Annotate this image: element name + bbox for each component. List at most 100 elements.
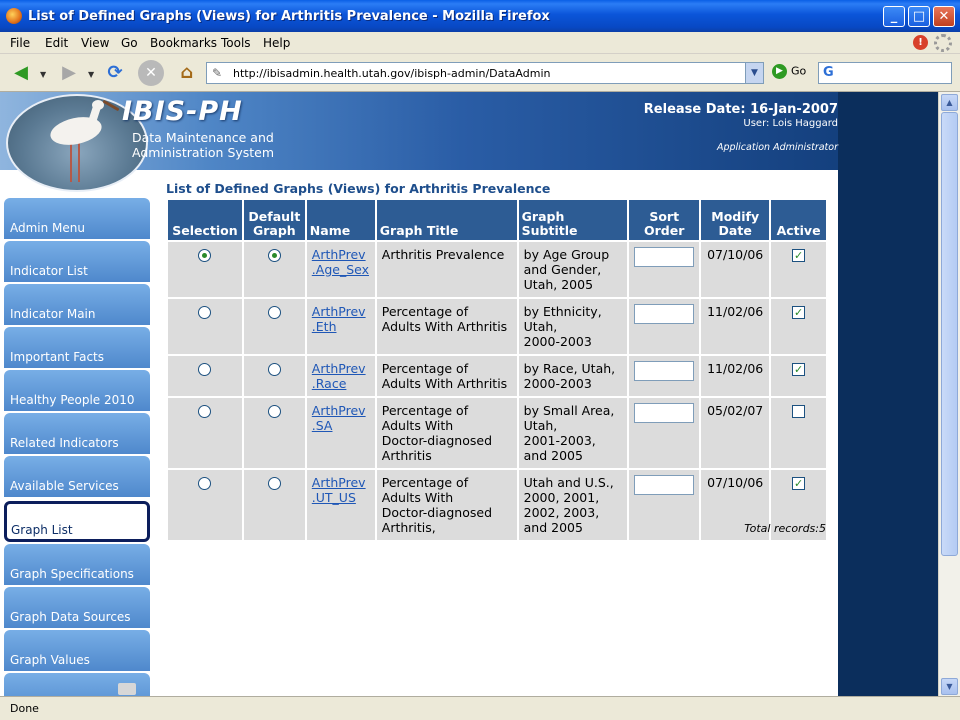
- menu-edit[interactable]: Edit: [45, 36, 68, 50]
- selection-radio[interactable]: [198, 405, 212, 418]
- graph-name-link[interactable]: ArthPrev .SA: [312, 403, 366, 433]
- menu-help[interactable]: Help: [263, 36, 290, 50]
- site-icon: ✎: [212, 66, 223, 80]
- reload-icon[interactable]: ⟳: [102, 60, 128, 86]
- graph-title-line: Percentage of: [381, 475, 469, 490]
- search-input[interactable]: G: [818, 62, 952, 84]
- sidebar-item-admin-menu[interactable]: Admin Menu: [4, 198, 150, 239]
- default-graph-cell: [243, 299, 305, 354]
- graph-subtitle-line: and Gender,: [523, 262, 602, 277]
- go-button[interactable]: ▶ Go: [772, 64, 806, 79]
- url-text[interactable]: http://ibisadmin.health.utah.gov/ibisph-…: [233, 67, 550, 80]
- graph-title-line: Adults With: [381, 490, 454, 505]
- sidebar-item-graph-list[interactable]: Graph List: [4, 501, 150, 542]
- col-graph-title: Graph Title: [376, 200, 517, 240]
- modify-date-cell: 07/10/06: [701, 242, 770, 297]
- minimize-button[interactable]: _: [883, 6, 905, 27]
- sort-order-input[interactable]: [634, 247, 695, 267]
- menu-tools[interactable]: Tools: [221, 36, 251, 50]
- sidebar-item-available-services[interactable]: Available Services: [4, 456, 150, 497]
- sidebar-item-important-facts[interactable]: Important Facts: [4, 327, 150, 368]
- sidebar-item-healthy-people-2010[interactable]: Healthy People 2010: [4, 370, 150, 411]
- graph-title-line: Arthritis,: [381, 520, 436, 535]
- menu-bookmarks[interactable]: Bookmarks: [150, 36, 217, 50]
- graph-name-link[interactable]: ArthPrev .Eth: [312, 304, 366, 334]
- sidebar-item-indicator-list[interactable]: Indicator List: [4, 241, 150, 282]
- sort-order-input[interactable]: [634, 403, 695, 423]
- graph-title-line: Percentage of: [381, 403, 469, 418]
- default-graph-radio[interactable]: [267, 363, 281, 376]
- vertical-scrollbar[interactable]: ▲ ▼: [938, 92, 960, 696]
- selection-radio[interactable]: [198, 363, 212, 376]
- graph-title-line: Adults With Arthritis: [381, 376, 508, 391]
- close-button[interactable]: ✕: [933, 6, 955, 27]
- sidebar-item-more[interactable]: [4, 673, 150, 696]
- name-cell: ArthPrev .SA: [306, 398, 375, 468]
- sidebar-item-graph-values[interactable]: Graph Values: [4, 630, 150, 671]
- menu-file[interactable]: File: [10, 36, 30, 50]
- scroll-up-icon[interactable]: ▲: [941, 94, 958, 111]
- col-modify-date: Modify Date: [701, 200, 770, 240]
- system-subtitle-line1: Data Maintenance and: [132, 130, 274, 145]
- graph-subtitle-line: 2002, 2003,: [523, 505, 600, 520]
- back-icon[interactable]: ◀: [8, 60, 34, 86]
- scrollbar-thumb[interactable]: [941, 112, 958, 556]
- graph-name-link[interactable]: ArthPrev .Race: [312, 361, 366, 391]
- graph-name-link[interactable]: ArthPrev .UT_US: [312, 475, 366, 505]
- active-checkbox[interactable]: ✓: [792, 363, 806, 376]
- user-role: Application Administrator: [716, 142, 838, 153]
- active-checkbox[interactable]: ✓: [792, 249, 806, 262]
- sort-order-input[interactable]: [634, 361, 695, 381]
- sidebar-item-graph-data-sources[interactable]: Graph Data Sources: [4, 587, 150, 628]
- sort-order-input[interactable]: [634, 304, 695, 324]
- graph-name-link[interactable]: ArthPrev .Age_Sex: [312, 247, 369, 277]
- graph-title-line: Doctor-diagnosed: [381, 505, 493, 520]
- back-dropdown-icon[interactable]: ▼: [40, 70, 46, 79]
- selection-radio[interactable]: [198, 477, 212, 490]
- home-icon[interactable]: ⌂: [174, 60, 200, 86]
- forward-icon[interactable]: ▶: [56, 60, 82, 86]
- maximize-button[interactable]: □: [908, 6, 930, 27]
- graph-subtitle-cell: by Ethnicity, Utah, 2000-2003: [518, 299, 628, 354]
- default-graph-cell: [243, 398, 305, 468]
- default-graph-cell: [243, 470, 305, 540]
- selection-radio[interactable]: [198, 306, 212, 319]
- sidebar-item-related-indicators[interactable]: Related Indicators: [4, 413, 150, 454]
- url-input[interactable]: ✎ http://ibisadmin.health.utah.gov/ibisp…: [206, 62, 764, 84]
- table-row: ArthPrev .Eth Percentage of Adults With Art…: [168, 299, 826, 354]
- col-default-graph: Default Graph: [243, 200, 305, 240]
- stop-icon[interactable]: ✕: [138, 60, 164, 86]
- camera-icon: [118, 683, 136, 695]
- url-dropdown-icon[interactable]: ▼: [745, 63, 763, 83]
- graph-title-line: Adults With Arthritis: [381, 319, 508, 334]
- menu-view[interactable]: View: [81, 36, 109, 50]
- scroll-down-icon[interactable]: ▼: [941, 678, 958, 695]
- release-date: Release Date: 16-Jan-2007: [643, 102, 838, 117]
- default-graph-radio[interactable]: [267, 249, 281, 262]
- sidebar-item-indicator-main[interactable]: Indicator Main: [4, 284, 150, 325]
- selection-radio[interactable]: [198, 249, 212, 262]
- active-checkbox[interactable]: ✓: [792, 306, 806, 319]
- status-bar: Done: [0, 696, 960, 720]
- graph-title-cell: Percentage of Adults With Doctor-diagnosed…: [376, 398, 517, 468]
- menu-go[interactable]: Go: [121, 36, 138, 50]
- sidebar-item-graph-specifications[interactable]: Graph Specifications: [4, 544, 150, 585]
- firefox-icon: [6, 8, 22, 24]
- graph-subtitle-line: 2000, 2001,: [523, 490, 600, 505]
- active-checkbox[interactable]: [792, 405, 806, 418]
- ibis-ph-logo: IBIS-PH: [122, 96, 243, 127]
- page-title: List of Defined Graphs (Views) for Arthr…: [166, 181, 551, 196]
- graph-subtitle-line: 2001-2003,: [523, 433, 596, 448]
- graph-subtitle-line: and 2005: [523, 520, 583, 535]
- default-graph-radio[interactable]: [267, 306, 281, 319]
- graph-subtitle-cell: by Small Area, Utah, 2001-2003, and 2005: [518, 398, 628, 468]
- google-search-icon[interactable]: G: [823, 65, 834, 80]
- default-graph-radio[interactable]: [267, 405, 281, 418]
- forward-dropdown-icon[interactable]: ▼: [88, 70, 94, 79]
- graph-title-line: Arthritis Prevalence: [381, 247, 505, 262]
- modify-date-cell: 05/02/07: [701, 398, 770, 468]
- active-checkbox[interactable]: ✓: [792, 477, 806, 490]
- sort-order-input[interactable]: [634, 475, 695, 495]
- graph-subtitle-line: by Small Area,: [523, 403, 615, 418]
- default-graph-radio[interactable]: [267, 477, 281, 490]
